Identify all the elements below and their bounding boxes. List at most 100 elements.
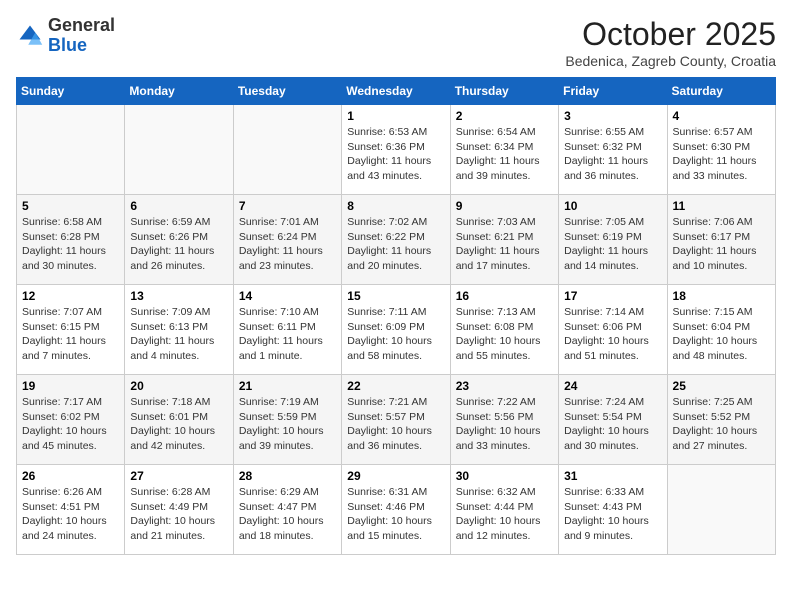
calendar-day-23: 23Sunrise: 7:22 AM Sunset: 5:56 PM Dayli… [450,375,558,465]
calendar-week-4: 19Sunrise: 7:17 AM Sunset: 6:02 PM Dayli… [17,375,776,465]
calendar-day-19: 19Sunrise: 7:17 AM Sunset: 6:02 PM Dayli… [17,375,125,465]
header-day-thursday: Thursday [450,78,558,105]
calendar-day-10: 10 Sunrise: 7:05 AM Sunset: 6:19 PM Dayli… [559,195,667,285]
calendar-day-13: 13 Sunrise: 7:09 AM Sunset: 6:13 PM Dayli… [125,285,233,375]
calendar-day-14: 14 Sunrise: 7:10 AM Sunset: 6:11 PM Dayli… [233,285,341,375]
header-day-monday: Monday [125,78,233,105]
day-number: 21 [239,379,336,393]
day-info: Sunrise: 7:09 AM Sunset: 6:13 PM Dayligh… [130,305,227,364]
header-day-wednesday: Wednesday [342,78,450,105]
calendar-day-5: 5 Sunrise: 6:58 AM Sunset: 6:28 PM Daylig… [17,195,125,285]
day-number: 13 [130,289,227,303]
calendar-day-24: 24 Sunrise: 7:24 AM Sunset: 5:54 PM Dayli… [559,375,667,465]
day-number: 28 [239,469,336,483]
calendar-day-22: 22Sunrise: 7:21 AM Sunset: 5:57 PM Dayli… [342,375,450,465]
calendar-day-4: 4 Sunrise: 6:57 AM Sunset: 6:30 PM Daylig… [667,105,775,195]
calendar-week-3: 12 Sunrise: 7:07 AM Sunset: 6:15 PM Dayli… [17,285,776,375]
calendar-week-1: 1Sunrise: 6:53 AM Sunset: 6:36 PM Daylig… [17,105,776,195]
day-info: Sunrise: 6:28 AM Sunset: 4:49 PM Dayligh… [130,485,227,544]
logo-blue-text: Blue [48,35,87,55]
day-info: Sunrise: 7:22 AM Sunset: 5:56 PM Dayligh… [456,395,553,454]
day-number: 2 [456,109,553,123]
day-number: 15 [347,289,444,303]
logo: General Blue [16,16,115,56]
empty-cell [667,465,775,555]
empty-cell [233,105,341,195]
day-number: 31 [564,469,661,483]
day-info: Sunrise: 7:21 AM Sunset: 5:57 PM Dayligh… [347,395,444,454]
calendar-table: SundayMondayTuesdayWednesdayThursdayFrid… [16,77,776,555]
day-number: 4 [673,109,770,123]
calendar-day-7: 7 Sunrise: 7:01 AM Sunset: 6:24 PM Daylig… [233,195,341,285]
calendar-body: 1Sunrise: 6:53 AM Sunset: 6:36 PM Daylig… [17,105,776,555]
calendar-day-17: 17 Sunrise: 7:14 AM Sunset: 6:06 PM Dayli… [559,285,667,375]
day-number: 24 [564,379,661,393]
day-number: 17 [564,289,661,303]
calendar-day-15: 15 Sunrise: 7:11 AM Sunset: 6:09 PM Dayli… [342,285,450,375]
empty-cell [17,105,125,195]
day-info: Sunrise: 7:18 AM Sunset: 6:01 PM Dayligh… [130,395,227,454]
day-info: Sunrise: 6:26 AM Sunset: 4:51 PM Dayligh… [22,485,119,544]
calendar-day-3: 3 Sunrise: 6:55 AM Sunset: 6:32 PM Daylig… [559,105,667,195]
logo-general-text: General [48,15,115,35]
header-day-tuesday: Tuesday [233,78,341,105]
day-info: Sunrise: 7:02 AM Sunset: 6:22 PM Dayligh… [347,215,444,274]
day-number: 16 [456,289,553,303]
day-number: 29 [347,469,444,483]
calendar-day-20: 20Sunrise: 7:18 AM Sunset: 6:01 PM Dayli… [125,375,233,465]
day-info: Sunrise: 6:57 AM Sunset: 6:30 PM Dayligh… [673,125,770,184]
day-info: Sunrise: 7:25 AM Sunset: 5:52 PM Dayligh… [673,395,770,454]
day-number: 30 [456,469,553,483]
calendar-day-12: 12 Sunrise: 7:07 AM Sunset: 6:15 PM Dayli… [17,285,125,375]
day-info: Sunrise: 7:11 AM Sunset: 6:09 PM Dayligh… [347,305,444,364]
calendar-day-28: 28 Sunrise: 6:29 AM Sunset: 4:47 PM Dayli… [233,465,341,555]
day-info: Sunrise: 6:53 AM Sunset: 6:36 PM Dayligh… [347,125,444,184]
day-number: 10 [564,199,661,213]
day-info: Sunrise: 6:55 AM Sunset: 6:32 PM Dayligh… [564,125,661,184]
day-info: Sunrise: 7:24 AM Sunset: 5:54 PM Dayligh… [564,395,661,454]
day-info: Sunrise: 6:58 AM Sunset: 6:28 PM Dayligh… [22,215,119,274]
day-number: 5 [22,199,119,213]
day-number: 12 [22,289,119,303]
calendar-day-8: 8Sunrise: 7:02 AM Sunset: 6:22 PM Daylig… [342,195,450,285]
title-block: October 2025 Bedenica, Zagreb County, Cr… [565,16,776,69]
day-info: Sunrise: 7:17 AM Sunset: 6:02 PM Dayligh… [22,395,119,454]
location-subtitle: Bedenica, Zagreb County, Croatia [565,53,776,69]
calendar-day-16: 16Sunrise: 7:13 AM Sunset: 6:08 PM Dayli… [450,285,558,375]
header-day-saturday: Saturday [667,78,775,105]
day-info: Sunrise: 7:10 AM Sunset: 6:11 PM Dayligh… [239,305,336,364]
day-info: Sunrise: 6:29 AM Sunset: 4:47 PM Dayligh… [239,485,336,544]
calendar-day-18: 18 Sunrise: 7:15 AM Sunset: 6:04 PM Dayli… [667,285,775,375]
calendar-week-5: 26 Sunrise: 6:26 AM Sunset: 4:51 PM Dayli… [17,465,776,555]
day-number: 6 [130,199,227,213]
day-info: Sunrise: 7:01 AM Sunset: 6:24 PM Dayligh… [239,215,336,274]
day-info: Sunrise: 7:07 AM Sunset: 6:15 PM Dayligh… [22,305,119,364]
day-info: Sunrise: 7:14 AM Sunset: 6:06 PM Dayligh… [564,305,661,364]
day-info: Sunrise: 7:15 AM Sunset: 6:04 PM Dayligh… [673,305,770,364]
day-number: 11 [673,199,770,213]
calendar-day-30: 30 Sunrise: 6:32 AM Sunset: 4:44 PM Dayli… [450,465,558,555]
day-info: Sunrise: 6:32 AM Sunset: 4:44 PM Dayligh… [456,485,553,544]
calendar-header: SundayMondayTuesdayWednesdayThursdayFrid… [17,78,776,105]
day-info: Sunrise: 7:05 AM Sunset: 6:19 PM Dayligh… [564,215,661,274]
day-number: 9 [456,199,553,213]
calendar-day-26: 26 Sunrise: 6:26 AM Sunset: 4:51 PM Dayli… [17,465,125,555]
day-number: 26 [22,469,119,483]
day-number: 14 [239,289,336,303]
day-number: 27 [130,469,227,483]
day-number: 3 [564,109,661,123]
calendar-day-27: 27 Sunrise: 6:28 AM Sunset: 4:49 PM Dayli… [125,465,233,555]
calendar-day-9: 9Sunrise: 7:03 AM Sunset: 6:21 PM Daylig… [450,195,558,285]
day-info: Sunrise: 6:31 AM Sunset: 4:46 PM Dayligh… [347,485,444,544]
calendar-day-25: 25 Sunrise: 7:25 AM Sunset: 5:52 PM Dayli… [667,375,775,465]
day-info: Sunrise: 6:59 AM Sunset: 6:26 PM Dayligh… [130,215,227,274]
day-number: 7 [239,199,336,213]
calendar-day-2: 2 Sunrise: 6:54 AM Sunset: 6:34 PM Daylig… [450,105,558,195]
day-number: 25 [673,379,770,393]
day-info: Sunrise: 7:06 AM Sunset: 6:17 PM Dayligh… [673,215,770,274]
day-number: 18 [673,289,770,303]
calendar-day-31: 31Sunrise: 6:33 AM Sunset: 4:43 PM Dayli… [559,465,667,555]
day-info: Sunrise: 6:54 AM Sunset: 6:34 PM Dayligh… [456,125,553,184]
calendar-week-2: 5 Sunrise: 6:58 AM Sunset: 6:28 PM Daylig… [17,195,776,285]
month-title: October 2025 [565,16,776,53]
